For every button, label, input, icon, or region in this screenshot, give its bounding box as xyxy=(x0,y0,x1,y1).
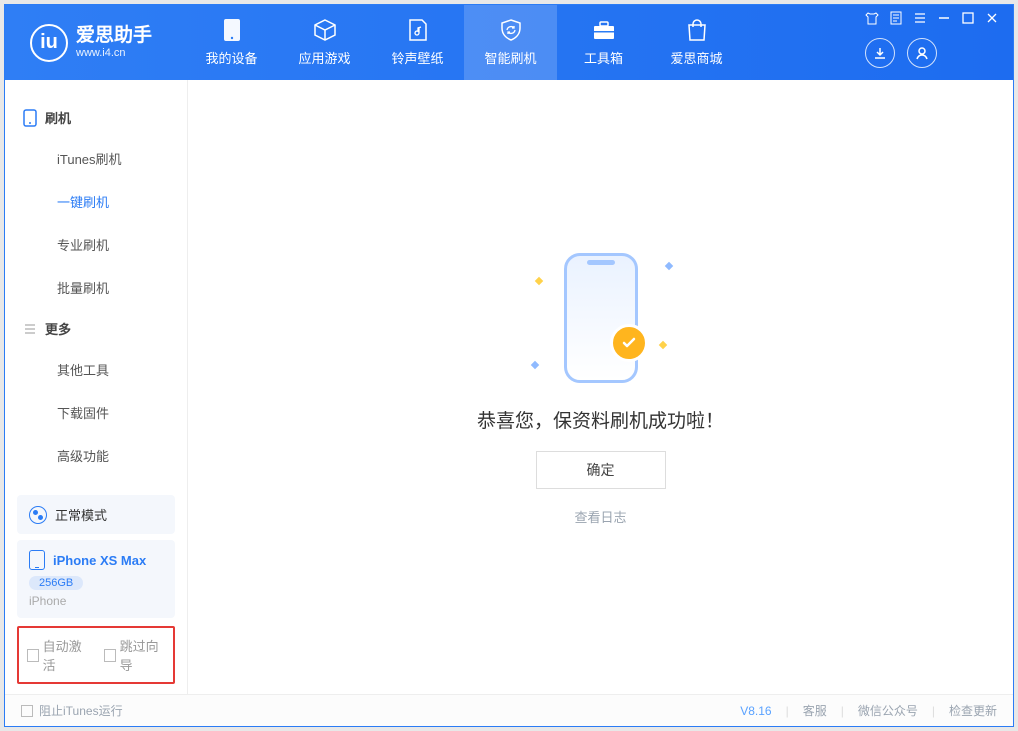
tab-smart-flash[interactable]: 智能刷机 xyxy=(464,5,557,80)
toolbox-icon xyxy=(592,18,616,42)
sidebar-item-pro-flash[interactable]: 专业刷机 xyxy=(5,223,187,266)
device-capacity: 256GB xyxy=(29,576,83,590)
device-name: iPhone XS Max xyxy=(53,553,146,568)
check-update-link[interactable]: 检查更新 xyxy=(949,702,997,719)
nav-tabs: 我的设备 应用游戏 铃声壁纸 智能刷机 xyxy=(185,5,743,80)
header: iu 爱思助手 www.i4.cn 我的设备 应用游戏 xyxy=(5,5,1013,80)
success-illustration xyxy=(506,248,696,388)
device-icon xyxy=(23,109,37,127)
sidebar-group-more: 更多 xyxy=(5,309,187,348)
tab-my-device[interactable]: 我的设备 xyxy=(185,5,278,80)
sidebar-item-download-firmware[interactable]: 下载固件 xyxy=(5,391,187,434)
device-type: iPhone xyxy=(29,594,163,608)
version-label: V8.16 xyxy=(740,704,771,718)
auto-activate-checkbox[interactable]: 自动激活 xyxy=(27,636,88,674)
block-itunes-checkbox[interactable]: 阻止iTunes运行 xyxy=(21,702,123,719)
download-button[interactable] xyxy=(865,38,895,68)
flash-options-highlight: 自动激活 跳过向导 xyxy=(17,626,175,684)
sidebar: 刷机 iTunes刷机 一键刷机 专业刷机 批量刷机 更多 其他工具 下载固件 … xyxy=(5,80,188,694)
sparkle-icon xyxy=(534,277,542,285)
wechat-link[interactable]: 微信公众号 xyxy=(858,702,918,719)
maximize-button[interactable] xyxy=(961,11,975,25)
content: 恭喜您，保资料刷机成功啦！ 确定 查看日志 xyxy=(188,80,1013,694)
check-badge-icon xyxy=(610,324,648,362)
app-url: www.i4.cn xyxy=(76,47,152,59)
ok-button[interactable]: 确定 xyxy=(536,451,666,489)
header-right xyxy=(865,5,1003,80)
device-icon xyxy=(29,550,45,570)
music-file-icon xyxy=(406,18,430,42)
shield-sync-icon xyxy=(499,18,523,42)
list-icon xyxy=(23,322,37,336)
sidebar-item-advanced[interactable]: 高级功能 xyxy=(5,434,187,477)
body: 刷机 iTunes刷机 一键刷机 专业刷机 批量刷机 更多 其他工具 下载固件 … xyxy=(5,80,1013,694)
device-strip[interactable]: iPhone XS Max 256GB iPhone xyxy=(17,540,175,618)
sidebar-item-oneclick-flash[interactable]: 一键刷机 xyxy=(5,180,187,223)
close-button[interactable] xyxy=(985,11,999,25)
cube-icon xyxy=(313,18,337,42)
app-name: 爱思助手 xyxy=(76,26,152,47)
logo: iu 爱思助手 www.i4.cn xyxy=(5,24,185,62)
checkbox-icon xyxy=(21,705,33,717)
app-window: iu 爱思助手 www.i4.cn 我的设备 应用游戏 xyxy=(4,4,1014,727)
menu-icon[interactable] xyxy=(913,11,927,25)
view-log-link[interactable]: 查看日志 xyxy=(574,507,626,526)
note-icon[interactable] xyxy=(889,11,903,25)
sidebar-group-flash: 刷机 xyxy=(5,98,187,137)
sparkle-icon xyxy=(530,361,538,369)
sidebar-item-batch-flash[interactable]: 批量刷机 xyxy=(5,266,187,309)
support-link[interactable]: 客服 xyxy=(803,702,827,719)
mode-icon xyxy=(29,506,47,524)
sidebar-bottom: 正常模式 iPhone XS Max 256GB iPhone 自动激活 xyxy=(5,495,187,694)
tab-store[interactable]: 爱思商城 xyxy=(650,5,743,80)
sidebar-item-itunes-flash[interactable]: iTunes刷机 xyxy=(5,137,187,180)
phone-illustration xyxy=(564,253,638,383)
tab-apps-games[interactable]: 应用游戏 xyxy=(278,5,371,80)
mode-strip[interactable]: 正常模式 xyxy=(17,495,175,534)
shirt-icon[interactable] xyxy=(865,11,879,25)
profile-button[interactable] xyxy=(907,38,937,68)
phone-icon xyxy=(220,18,244,42)
logo-icon: iu xyxy=(30,24,68,62)
sidebar-item-other-tools[interactable]: 其他工具 xyxy=(5,348,187,391)
checkbox-icon xyxy=(104,649,116,662)
checkbox-icon xyxy=(27,649,39,662)
minimize-button[interactable] xyxy=(937,11,951,25)
bag-icon xyxy=(685,18,709,42)
skip-guide-checkbox[interactable]: 跳过向导 xyxy=(104,636,165,674)
footer: 阻止iTunes运行 V8.16 | 客服 | 微信公众号 | 检查更新 xyxy=(5,694,1013,726)
sparkle-icon xyxy=(658,341,666,349)
tab-ring-wallpaper[interactable]: 铃声壁纸 xyxy=(371,5,464,80)
sparkle-icon xyxy=(664,262,672,270)
tab-toolbox[interactable]: 工具箱 xyxy=(557,5,650,80)
success-message: 恭喜您，保资料刷机成功啦！ xyxy=(477,406,724,433)
mode-label: 正常模式 xyxy=(55,505,107,524)
window-controls xyxy=(865,11,1003,25)
